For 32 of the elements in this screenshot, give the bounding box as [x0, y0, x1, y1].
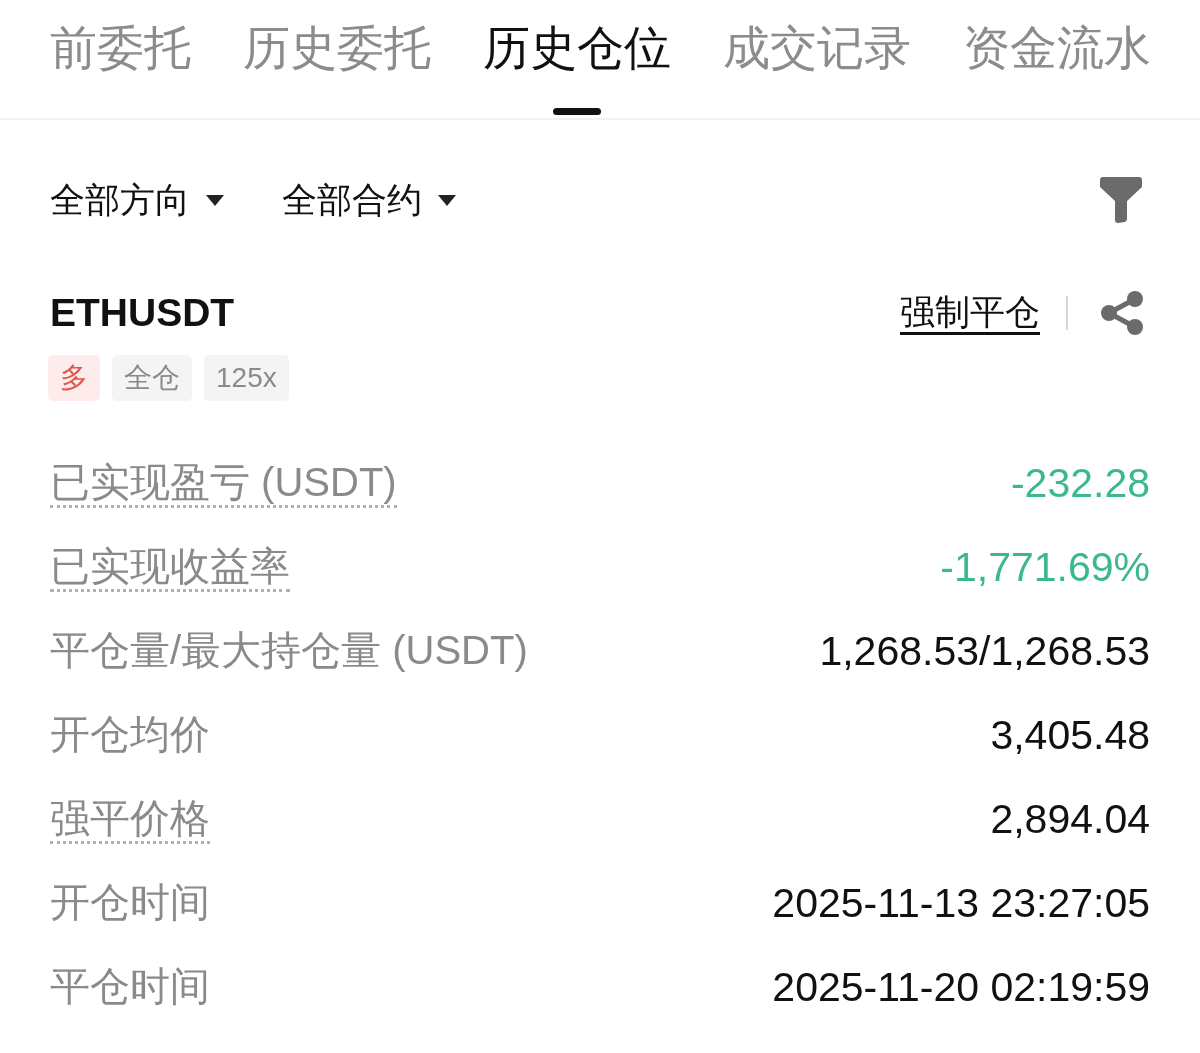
field-value: -232.28 — [1010, 460, 1150, 506]
tab[interactable]: 前委托 — [50, 0, 191, 116]
info-tag: 全仓 — [112, 355, 192, 401]
filter-dropdown[interactable]: 全部方向 — [50, 177, 224, 223]
share-icon — [1099, 290, 1145, 336]
tab[interactable]: 历史委托 — [243, 0, 431, 116]
side-tag: 多 — [48, 355, 100, 401]
field-label[interactable]: 已实现盈亏 (USDT) — [50, 458, 397, 508]
share-button[interactable] — [1099, 290, 1145, 336]
info-tag: 125x — [204, 355, 289, 401]
field-value: -1,771.69% — [940, 544, 1150, 590]
filter-dropdown[interactable]: 全部合约 — [282, 177, 456, 223]
close-type-link[interactable]: 强制平仓 — [900, 291, 1040, 335]
field-value: 3,405.48 — [990, 712, 1150, 758]
field-value: 2,894.04 — [990, 796, 1150, 842]
field-value: 1,268.53/1,268.53 — [819, 628, 1150, 674]
symbol-title: ETHUSDT — [50, 290, 235, 336]
field-label: 开仓均价 — [50, 710, 210, 758]
field-value: 2025-11-20 02:19:59 — [772, 964, 1150, 1010]
field-label: 平仓量/最大持仓量 (USDT) — [50, 626, 528, 674]
tab[interactable]: 资金流水 — [963, 0, 1151, 116]
filter-icon — [1100, 177, 1142, 223]
field-label[interactable]: 已实现收益率 — [50, 542, 290, 592]
tab[interactable]: 历史仓位 — [483, 0, 671, 116]
field-value: 2025-11-13 23:27:05 — [772, 880, 1150, 926]
field-label[interactable]: 强平价格 — [50, 794, 210, 844]
caret-icon — [206, 194, 224, 206]
filter-button[interactable] — [1100, 177, 1142, 223]
tab[interactable]: 成交记录 — [723, 0, 911, 116]
caret-icon — [438, 194, 456, 206]
field-label: 开仓时间 — [50, 878, 210, 926]
field-label: 平仓时间 — [50, 962, 210, 1010]
